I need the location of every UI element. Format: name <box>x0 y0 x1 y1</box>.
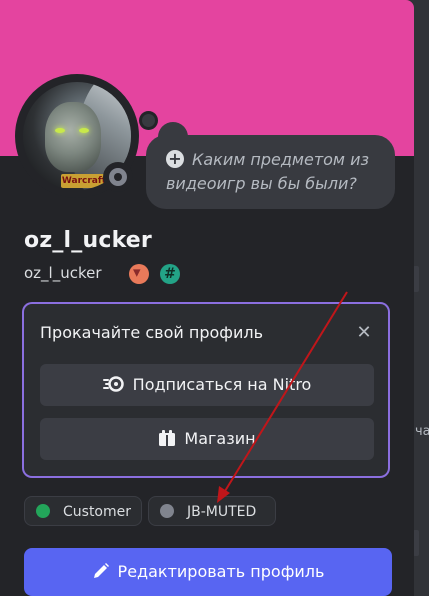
subscribe-nitro-label: Подписаться на Nitro <box>132 375 312 394</box>
role-pill[interactable]: JB-MUTED <box>148 496 276 526</box>
avatar-logo: Warcraft <box>61 174 107 188</box>
edit-profile-button[interactable]: Редактировать профиль <box>24 548 392 596</box>
close-icon[interactable]: ✕ <box>354 323 374 343</box>
offline-status-icon <box>103 162 133 192</box>
role-name: JB-MUTED <box>187 504 257 520</box>
avatar-eye <box>55 128 65 133</box>
role-color-dot <box>36 504 50 518</box>
avatar-face <box>45 102 101 172</box>
user-profile-popout: Warcraft + Каким предметом из видеоигр в… <box>0 0 414 596</box>
display-name: oz_l_ucker <box>24 228 152 253</box>
shop-icon <box>158 418 176 460</box>
pencil-icon <box>92 548 110 596</box>
username[interactable]: oz_l_ucker <box>24 264 102 282</box>
nitro-card-title: Прокачайте свой профиль <box>40 323 263 342</box>
hashtag-badge-icon[interactable]: # <box>160 264 180 284</box>
background-text: ча <box>415 424 429 439</box>
profile-badge-icon[interactable] <box>129 263 149 284</box>
shop-label: Магазин <box>184 429 256 448</box>
edit-profile-label: Редактировать профиль <box>117 562 325 581</box>
custom-status-prompt[interactable]: Каким предметом из видеоигр вы бы были? <box>166 148 380 196</box>
role-pill[interactable]: Customer <box>24 496 142 526</box>
role-name: Customer <box>63 504 132 520</box>
shop-button[interactable]: Магазин <box>40 418 374 460</box>
status-bubble-dot <box>139 111 158 130</box>
role-color-dot <box>160 504 174 518</box>
nitro-icon <box>102 364 125 406</box>
avatar-eye <box>79 128 89 133</box>
subscribe-nitro-button[interactable]: Подписаться на Nitro <box>40 364 374 406</box>
